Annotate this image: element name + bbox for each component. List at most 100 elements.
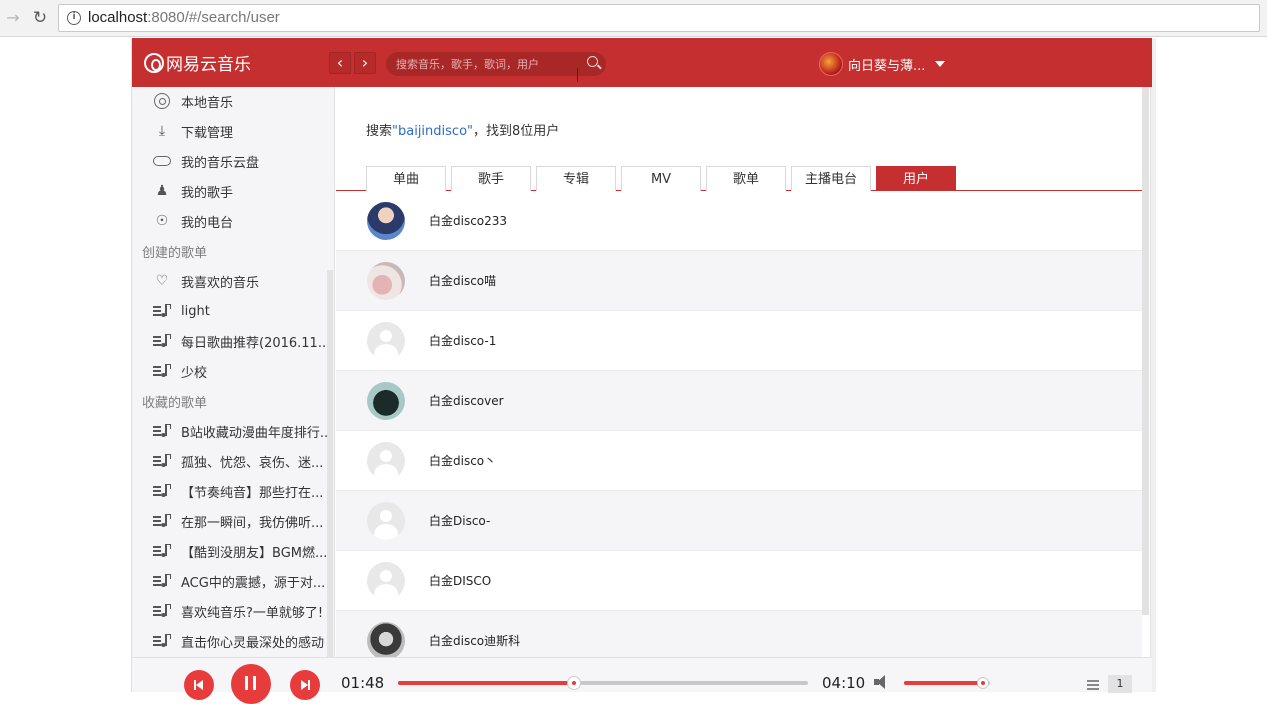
user-row[interactable]: 白金discover (336, 371, 1142, 431)
avatar[interactable] (367, 441, 405, 480)
history-forward-button[interactable]: › (354, 52, 376, 74)
sidebar-item-playlist[interactable]: 孤独、忧怨、哀伤、迷... (152, 451, 328, 471)
user-row[interactable]: 白金disco丶 (336, 431, 1142, 491)
summary-result-count: ，找到8位用户 (473, 124, 560, 139)
sidebar-scrollbar[interactable] (327, 270, 333, 657)
user-name[interactable]: 白金DISCO (429, 572, 491, 589)
sidebar-item-playlist[interactable]: 在那一瞬间，我仿佛听... (152, 511, 328, 531)
sidebar-item-my-artists[interactable]: ♟ 我的歌手 (152, 181, 328, 201)
sidebar-item-my-radio[interactable]: ☉ 我的电台 (152, 211, 328, 231)
volume-handle[interactable] (977, 677, 990, 689)
avatar[interactable] (367, 321, 405, 360)
page-scrollbar[interactable] (1151, 38, 1156, 692)
progress-handle[interactable] (567, 676, 582, 690)
user-name[interactable]: 白金discover (429, 392, 504, 409)
user-name[interactable]: 白金disco233 (429, 212, 507, 229)
tab-radio[interactable]: 主播电台 (791, 166, 871, 191)
playlist-icon (152, 331, 172, 351)
sidebar-item-playlist[interactable]: 【节奏纯音】那些打在... (152, 481, 328, 501)
sidebar: 本地音乐 ⤓ 下载管理 我的音乐云盘 ♟ 我的歌手 ☉ 我的电台 创建的歌单 ♡… (132, 87, 335, 657)
playlist-icon (152, 631, 172, 651)
reload-icon[interactable]: ↻ (31, 9, 49, 27)
user-row[interactable]: 白金disco喵 (336, 251, 1142, 311)
sidebar-item-playlist[interactable]: 喜欢纯音乐?一单就够了! (152, 601, 328, 621)
summary-prefix: 搜索 (366, 124, 393, 139)
search-input[interactable] (396, 55, 576, 73)
user-name[interactable]: 白金disco-1 (429, 332, 496, 349)
user-name[interactable]: 白金disco丶 (429, 452, 496, 469)
sidebar-item-playlist[interactable]: light (152, 301, 328, 321)
next-track-button[interactable] (290, 670, 320, 700)
sidebar-item-local-music[interactable]: 本地音乐 (152, 91, 328, 111)
avatar[interactable] (367, 561, 405, 600)
sidebar-item-playlist[interactable]: 【酷到没朋友】BGM燃... (152, 541, 328, 561)
user-menu[interactable]: 向日葵与薄... (819, 52, 946, 76)
user-row[interactable]: 白金disco迪斯科 (336, 611, 1142, 657)
collected-playlists-heading: 收藏的歌单 (142, 396, 208, 411)
playlist-count-badge[interactable]: 1 (1108, 675, 1132, 693)
sidebar-item-label: 我的歌手 (181, 185, 234, 201)
sidebar-item-playlist[interactable]: 每日歌曲推荐(2016.11... (152, 331, 328, 351)
sidebar-item-liked-music[interactable]: ♡ 我喜欢的音乐 (152, 271, 328, 291)
chevron-down-icon[interactable] (935, 61, 946, 67)
user-name[interactable]: 白金Disco- (429, 512, 490, 529)
volume-slider[interactable] (904, 677, 990, 689)
avatar[interactable] (367, 501, 405, 540)
user-name[interactable]: 白金disco喵 (429, 272, 496, 289)
tab-playlists[interactable]: 歌单 (706, 166, 786, 191)
volume-icon[interactable] (874, 674, 892, 690)
user-name[interactable]: 白金disco迪斯科 (429, 632, 520, 649)
sidebar-item-label: 本地音乐 (181, 95, 234, 111)
playlist-icon (152, 361, 172, 381)
address-bar[interactable]: i localhost:8080/#/search/user (58, 4, 1260, 32)
sidebar-item-label: 每日歌曲推荐(2016.11... (181, 335, 328, 351)
tab-artists[interactable]: 歌手 (451, 166, 531, 191)
sidebar-item-playlist[interactable]: ACG中的震撼，源于对... (152, 571, 328, 591)
avatar[interactable] (367, 621, 405, 657)
search-icon[interactable] (587, 56, 598, 67)
text-cursor-icon (577, 68, 583, 82)
tab-songs[interactable]: 单曲 (366, 166, 446, 191)
sidebar-item-label: 【节奏纯音】那些打在... (181, 485, 324, 501)
user-row[interactable]: 白金disco233 (336, 191, 1142, 251)
app-header: 网易云音乐 ‹ › 向日葵与薄... (132, 38, 1152, 87)
user-row[interactable]: 白金Disco- (336, 491, 1142, 551)
username[interactable]: 向日葵与薄... (848, 55, 925, 74)
tab-mv[interactable]: MV (621, 166, 701, 191)
user-row[interactable]: 白金disco-1 (336, 311, 1142, 371)
back-arrow-icon[interactable]: → (4, 9, 22, 27)
current-time: 01:48 (341, 674, 385, 692)
tab-albums[interactable]: 专辑 (536, 166, 616, 191)
created-playlists-heading: 创建的歌单 (142, 246, 208, 261)
sidebar-item-label: 孤独、忧怨、哀伤、迷... (181, 455, 324, 471)
total-time: 04:10 (822, 674, 866, 692)
sidebar-item-label: light (181, 303, 210, 319)
radio-icon: ☉ (155, 213, 169, 229)
playlist-icon (152, 571, 172, 591)
avatar[interactable] (819, 52, 843, 76)
tab-users[interactable]: 用户 (876, 166, 956, 191)
user-row[interactable]: 白金DISCO (336, 551, 1142, 611)
disc-icon (152, 91, 172, 111)
playlist-queue-icon[interactable] (1087, 678, 1103, 692)
playlist-icon (152, 451, 172, 471)
results-scrollbar[interactable] (1142, 87, 1149, 615)
avatar[interactable] (367, 201, 405, 240)
result-tabs: 单曲 歌手 专辑 MV 歌单 主播电台 用户 (336, 166, 1142, 191)
progress-slider[interactable] (398, 676, 808, 690)
history-back-button[interactable]: ‹ (329, 52, 351, 74)
sidebar-item-playlist[interactable]: 少校 (152, 361, 328, 381)
pause-button[interactable] (231, 664, 271, 704)
avatar[interactable] (367, 381, 405, 420)
previous-track-button[interactable] (184, 670, 214, 700)
sidebar-item-playlist[interactable]: 直击你心灵最深处的感动 (152, 631, 328, 651)
info-icon[interactable]: i (67, 11, 81, 25)
sidebar-item-playlist[interactable]: B站收藏动漫曲年度排行... (152, 421, 328, 441)
search-summary: 搜索"baijindisco"，找到8位用户 (366, 120, 559, 139)
playlist-icon (152, 541, 172, 561)
avatar[interactable] (367, 261, 405, 300)
sidebar-item-downloads[interactable]: ⤓ 下载管理 (152, 121, 328, 141)
app-logo[interactable]: 网易云音乐 (144, 50, 251, 75)
sidebar-item-cloud-disk[interactable]: 我的音乐云盘 (152, 151, 328, 171)
url-text[interactable]: localhost:8080/#/search/user (88, 9, 280, 26)
